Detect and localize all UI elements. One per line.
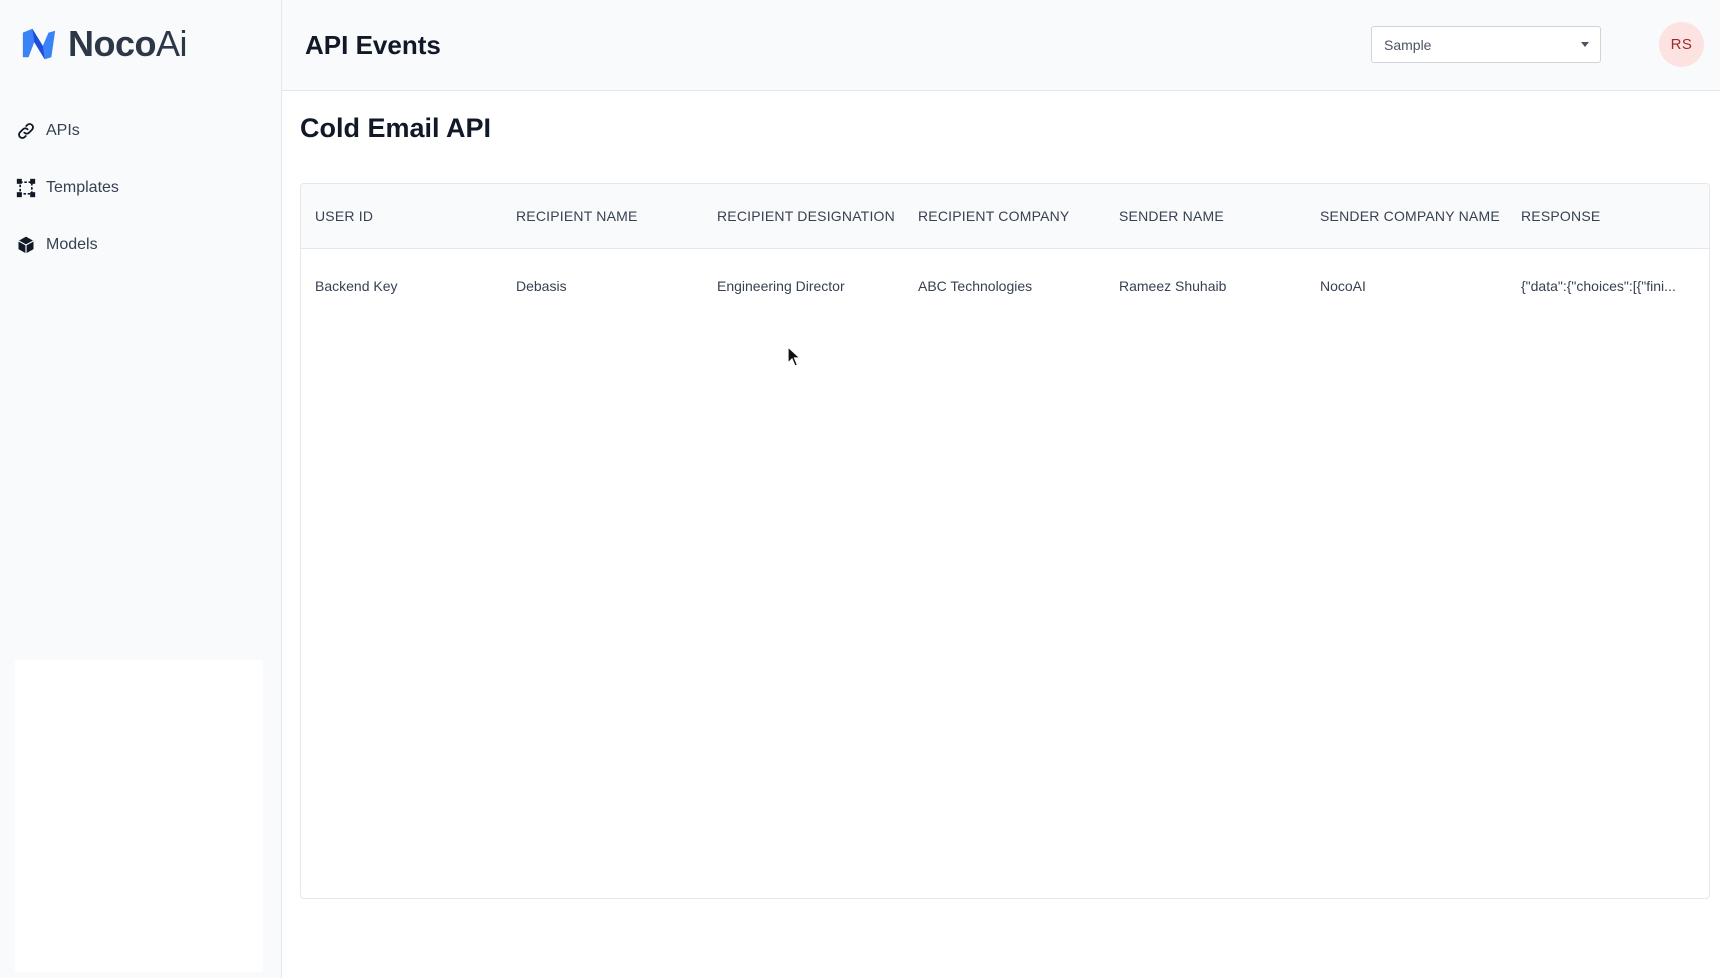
sidebar-item-models[interactable]: Models <box>0 216 281 273</box>
link-icon <box>15 120 37 142</box>
events-table-card: USER ID RECIPIENT NAME RECIPIENT DESIGNA… <box>300 183 1710 899</box>
sidebar-item-apis[interactable]: APIs <box>0 102 281 159</box>
avatar[interactable]: RS <box>1659 22 1704 67</box>
cell-response: {"data":{"choices":[{"fini... <box>1521 277 1676 294</box>
sidebar-nav: APIs Templates Models <box>0 102 281 273</box>
column-header-sender-company-name: SENDER COMPANY NAME <box>1320 207 1500 224</box>
cell-recipient-designation: Engineering Director <box>717 277 845 294</box>
column-header-recipient-designation: RECIPIENT DESIGNATION <box>717 207 895 224</box>
chevron-down-icon <box>1581 42 1589 47</box>
table-row[interactable]: Backend Key Debasis Engineering Director… <box>301 248 1709 323</box>
sidebar-item-templates[interactable]: Templates <box>0 159 281 216</box>
column-header-response: RESPONSE <box>1521 207 1601 224</box>
cell-user-id: Backend Key <box>315 277 398 294</box>
sidebar-item-label: APIs <box>46 121 80 139</box>
frame-icon <box>15 177 37 199</box>
sidebar: NocoAi APIs Templates Models <box>0 0 282 978</box>
cell-sender-company-name: NocoAI <box>1320 277 1366 294</box>
nocoai-logo-icon <box>22 28 56 60</box>
logo-text: NocoAi <box>68 23 188 64</box>
page-title: API Events <box>305 29 441 60</box>
table-header-row: USER ID RECIPIENT NAME RECIPIENT DESIGNA… <box>301 184 1709 248</box>
column-header-recipient-company: RECIPIENT COMPANY <box>918 207 1070 224</box>
cell-recipient-company: ABC Technologies <box>918 277 1033 294</box>
app: NocoAi APIs Templates Models API Events … <box>0 0 1720 978</box>
content: Cold Email API USER ID RECIPIENT NAME RE… <box>282 91 1720 978</box>
sidebar-item-label: Templates <box>46 178 119 196</box>
logo[interactable]: NocoAi <box>0 0 281 88</box>
column-header-sender-name: SENDER NAME <box>1119 207 1224 224</box>
project-select-value: Sample <box>1384 36 1432 53</box>
topbar: API Events Sample RS <box>282 0 1720 91</box>
cell-recipient-name: Debasis <box>516 277 567 294</box>
events-table: USER ID RECIPIENT NAME RECIPIENT DESIGNA… <box>301 184 1709 323</box>
column-header-user-id: USER ID <box>315 207 374 224</box>
cell-sender-name: Rameez Shuhaib <box>1119 277 1227 294</box>
project-select[interactable]: Sample <box>1371 26 1601 63</box>
column-header-recipient-name: RECIPIENT NAME <box>516 207 638 224</box>
sidebar-item-label: Models <box>46 235 98 253</box>
main-area: API Events Sample RS Cold Email API USER… <box>282 0 1720 978</box>
sidebar-bottom-panel <box>15 660 263 972</box>
mouse-cursor-icon <box>787 346 801 367</box>
section-title: Cold Email API <box>300 113 492 143</box>
cube-icon <box>15 234 37 256</box>
